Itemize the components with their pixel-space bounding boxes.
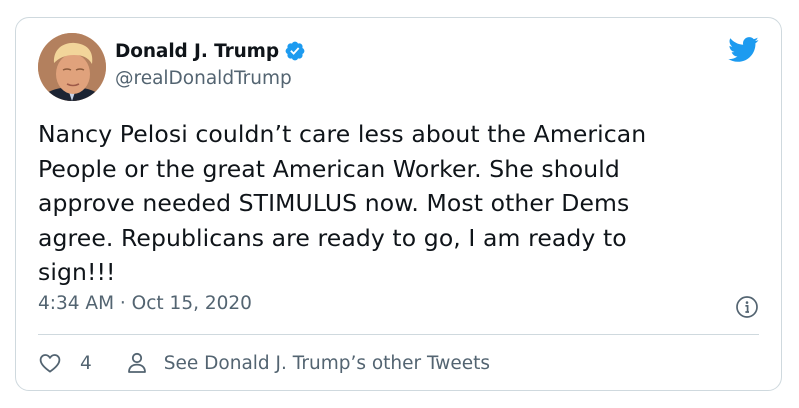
like-button[interactable]: 4 xyxy=(38,351,92,375)
tweet-text: Nancy Pelosi couldn’t care less about th… xyxy=(38,120,647,286)
tweet-card: Donald J. Trump @realDonaldTrump Nancy P… xyxy=(15,17,782,391)
tweet-timestamp[interactable]: 4:34 AM · Oct 15, 2020 xyxy=(38,293,252,314)
twitter-bird-icon[interactable] xyxy=(727,36,759,63)
divider xyxy=(38,334,759,335)
see-other-tweets-label: See Donald J. Trump’s other Tweets xyxy=(163,352,491,374)
like-count: 4 xyxy=(80,352,92,374)
avatar-image xyxy=(38,33,106,101)
author-name-row: Donald J. Trump xyxy=(115,40,306,62)
avatar[interactable] xyxy=(38,33,106,101)
see-other-tweets-link[interactable]: See Donald J. Trump’s other Tweets xyxy=(126,351,490,375)
author-display-name[interactable]: Donald J. Trump xyxy=(115,41,279,62)
author-handle[interactable]: @realDonaldTrump xyxy=(115,68,292,89)
heart-icon xyxy=(39,354,61,373)
person-icon xyxy=(127,352,146,373)
info-icon[interactable] xyxy=(735,295,759,319)
verified-badge-icon xyxy=(285,41,305,61)
tweet-actions: 4 See Donald J. Trump’s other Tweets xyxy=(38,348,490,378)
